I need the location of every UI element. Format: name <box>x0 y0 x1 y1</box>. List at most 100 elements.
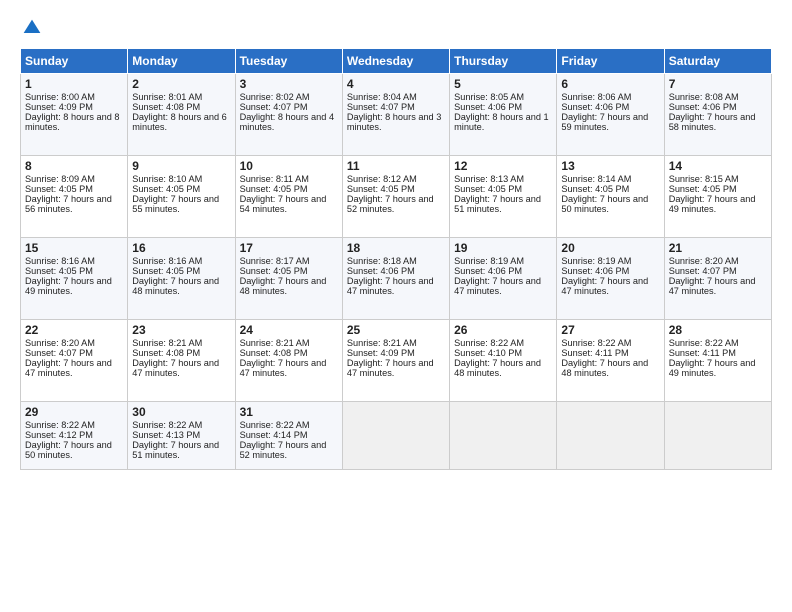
day-number: 3 <box>240 77 338 91</box>
daylight-label: Daylight: 7 hours and 48 minutes. <box>561 358 648 378</box>
daylight-label: Daylight: 7 hours and 48 minutes. <box>454 358 541 378</box>
sunrise-label: Sunrise: 8:21 AM <box>347 338 417 348</box>
calendar-cell: 17 Sunrise: 8:17 AM Sunset: 4:05 PM Dayl… <box>235 238 342 320</box>
daylight-label: Daylight: 8 hours and 1 minute. <box>454 112 549 132</box>
sunset-label: Sunset: 4:05 PM <box>240 266 308 276</box>
daylight-label: Daylight: 7 hours and 54 minutes. <box>240 194 327 214</box>
daylight-label: Daylight: 7 hours and 47 minutes. <box>561 276 648 296</box>
daylight-label: Daylight: 7 hours and 56 minutes. <box>25 194 112 214</box>
calendar-cell: 26 Sunrise: 8:22 AM Sunset: 4:10 PM Dayl… <box>450 320 557 402</box>
calendar-table: SundayMondayTuesdayWednesdayThursdayFrid… <box>20 48 772 470</box>
daylight-label: Daylight: 7 hours and 51 minutes. <box>454 194 541 214</box>
calendar-cell: 4 Sunrise: 8:04 AM Sunset: 4:07 PM Dayli… <box>342 74 449 156</box>
sunset-label: Sunset: 4:11 PM <box>669 348 736 358</box>
day-number: 24 <box>240 323 338 337</box>
sunrise-label: Sunrise: 8:11 AM <box>240 174 309 184</box>
sunset-label: Sunset: 4:05 PM <box>25 266 93 276</box>
sunrise-label: Sunrise: 8:15 AM <box>669 174 739 184</box>
sunrise-label: Sunrise: 8:22 AM <box>561 338 631 348</box>
sunrise-label: Sunrise: 8:16 AM <box>25 256 95 266</box>
sunset-label: Sunset: 4:06 PM <box>347 266 415 276</box>
calendar-cell: 9 Sunrise: 8:10 AM Sunset: 4:05 PM Dayli… <box>128 156 235 238</box>
sunrise-label: Sunrise: 8:01 AM <box>132 92 202 102</box>
calendar-cell: 6 Sunrise: 8:06 AM Sunset: 4:06 PM Dayli… <box>557 74 664 156</box>
day-number: 27 <box>561 323 659 337</box>
sunrise-label: Sunrise: 8:22 AM <box>132 420 202 430</box>
sunrise-label: Sunrise: 8:04 AM <box>347 92 417 102</box>
day-number: 10 <box>240 159 338 173</box>
sunrise-label: Sunrise: 8:22 AM <box>25 420 95 430</box>
sunrise-label: Sunrise: 8:06 AM <box>561 92 631 102</box>
sunrise-label: Sunrise: 8:22 AM <box>669 338 739 348</box>
calendar-cell: 7 Sunrise: 8:08 AM Sunset: 4:06 PM Dayli… <box>664 74 771 156</box>
day-header-saturday: Saturday <box>664 49 771 74</box>
daylight-label: Daylight: 8 hours and 6 minutes. <box>132 112 227 132</box>
day-number: 28 <box>669 323 767 337</box>
sunset-label: Sunset: 4:07 PM <box>25 348 93 358</box>
calendar-cell <box>664 402 771 470</box>
calendar-cell: 1 Sunrise: 8:00 AM Sunset: 4:09 PM Dayli… <box>21 74 128 156</box>
sunset-label: Sunset: 4:07 PM <box>347 102 415 112</box>
sunset-label: Sunset: 4:11 PM <box>561 348 628 358</box>
daylight-label: Daylight: 7 hours and 47 minutes. <box>347 276 434 296</box>
sunset-label: Sunset: 4:06 PM <box>561 102 629 112</box>
calendar-cell: 10 Sunrise: 8:11 AM Sunset: 4:05 PM Dayl… <box>235 156 342 238</box>
sunrise-label: Sunrise: 8:21 AM <box>240 338 310 348</box>
day-header-wednesday: Wednesday <box>342 49 449 74</box>
sunset-label: Sunset: 4:08 PM <box>132 348 200 358</box>
sunrise-label: Sunrise: 8:13 AM <box>454 174 524 184</box>
sunset-label: Sunset: 4:07 PM <box>669 266 737 276</box>
calendar-cell: 2 Sunrise: 8:01 AM Sunset: 4:08 PM Dayli… <box>128 74 235 156</box>
day-number: 26 <box>454 323 552 337</box>
daylight-label: Daylight: 7 hours and 49 minutes. <box>669 194 756 214</box>
daylight-label: Daylight: 7 hours and 48 minutes. <box>132 276 219 296</box>
day-number: 9 <box>132 159 230 173</box>
daylight-label: Daylight: 7 hours and 59 minutes. <box>561 112 648 132</box>
calendar-cell: 22 Sunrise: 8:20 AM Sunset: 4:07 PM Dayl… <box>21 320 128 402</box>
day-number: 11 <box>347 159 445 173</box>
day-number: 31 <box>240 405 338 419</box>
calendar-cell: 21 Sunrise: 8:20 AM Sunset: 4:07 PM Dayl… <box>664 238 771 320</box>
day-number: 15 <box>25 241 123 255</box>
sunset-label: Sunset: 4:08 PM <box>240 348 308 358</box>
sunset-label: Sunset: 4:05 PM <box>347 184 415 194</box>
daylight-label: Daylight: 7 hours and 58 minutes. <box>669 112 756 132</box>
calendar-cell: 3 Sunrise: 8:02 AM Sunset: 4:07 PM Dayli… <box>235 74 342 156</box>
sunrise-label: Sunrise: 8:09 AM <box>25 174 95 184</box>
daylight-label: Daylight: 7 hours and 50 minutes. <box>25 440 112 460</box>
daylight-label: Daylight: 7 hours and 52 minutes. <box>240 440 327 460</box>
calendar-cell: 31 Sunrise: 8:22 AM Sunset: 4:14 PM Dayl… <box>235 402 342 470</box>
sunset-label: Sunset: 4:06 PM <box>561 266 629 276</box>
daylight-label: Daylight: 7 hours and 51 minutes. <box>132 440 219 460</box>
sunset-label: Sunset: 4:05 PM <box>132 266 200 276</box>
sunrise-label: Sunrise: 8:22 AM <box>240 420 310 430</box>
day-number: 29 <box>25 405 123 419</box>
day-number: 8 <box>25 159 123 173</box>
sunset-label: Sunset: 4:09 PM <box>25 102 93 112</box>
sunrise-label: Sunrise: 8:05 AM <box>454 92 524 102</box>
day-number: 5 <box>454 77 552 91</box>
day-number: 23 <box>132 323 230 337</box>
sunset-label: Sunset: 4:13 PM <box>132 430 200 440</box>
sunrise-label: Sunrise: 8:21 AM <box>132 338 202 348</box>
day-number: 18 <box>347 241 445 255</box>
daylight-label: Daylight: 7 hours and 49 minutes. <box>25 276 112 296</box>
sunset-label: Sunset: 4:06 PM <box>454 102 522 112</box>
day-header-friday: Friday <box>557 49 664 74</box>
day-number: 2 <box>132 77 230 91</box>
calendar-cell: 8 Sunrise: 8:09 AM Sunset: 4:05 PM Dayli… <box>21 156 128 238</box>
sunrise-label: Sunrise: 8:22 AM <box>454 338 524 348</box>
daylight-label: Daylight: 7 hours and 50 minutes. <box>561 194 648 214</box>
sunset-label: Sunset: 4:12 PM <box>25 430 93 440</box>
sunset-label: Sunset: 4:07 PM <box>240 102 308 112</box>
day-number: 13 <box>561 159 659 173</box>
daylight-label: Daylight: 8 hours and 8 minutes. <box>25 112 120 132</box>
sunset-label: Sunset: 4:05 PM <box>454 184 522 194</box>
day-number: 12 <box>454 159 552 173</box>
daylight-label: Daylight: 7 hours and 49 minutes. <box>669 358 756 378</box>
page: SundayMondayTuesdayWednesdayThursdayFrid… <box>0 0 792 612</box>
day-number: 6 <box>561 77 659 91</box>
calendar-cell: 28 Sunrise: 8:22 AM Sunset: 4:11 PM Dayl… <box>664 320 771 402</box>
daylight-label: Daylight: 7 hours and 48 minutes. <box>240 276 327 296</box>
calendar-cell: 5 Sunrise: 8:05 AM Sunset: 4:06 PM Dayli… <box>450 74 557 156</box>
